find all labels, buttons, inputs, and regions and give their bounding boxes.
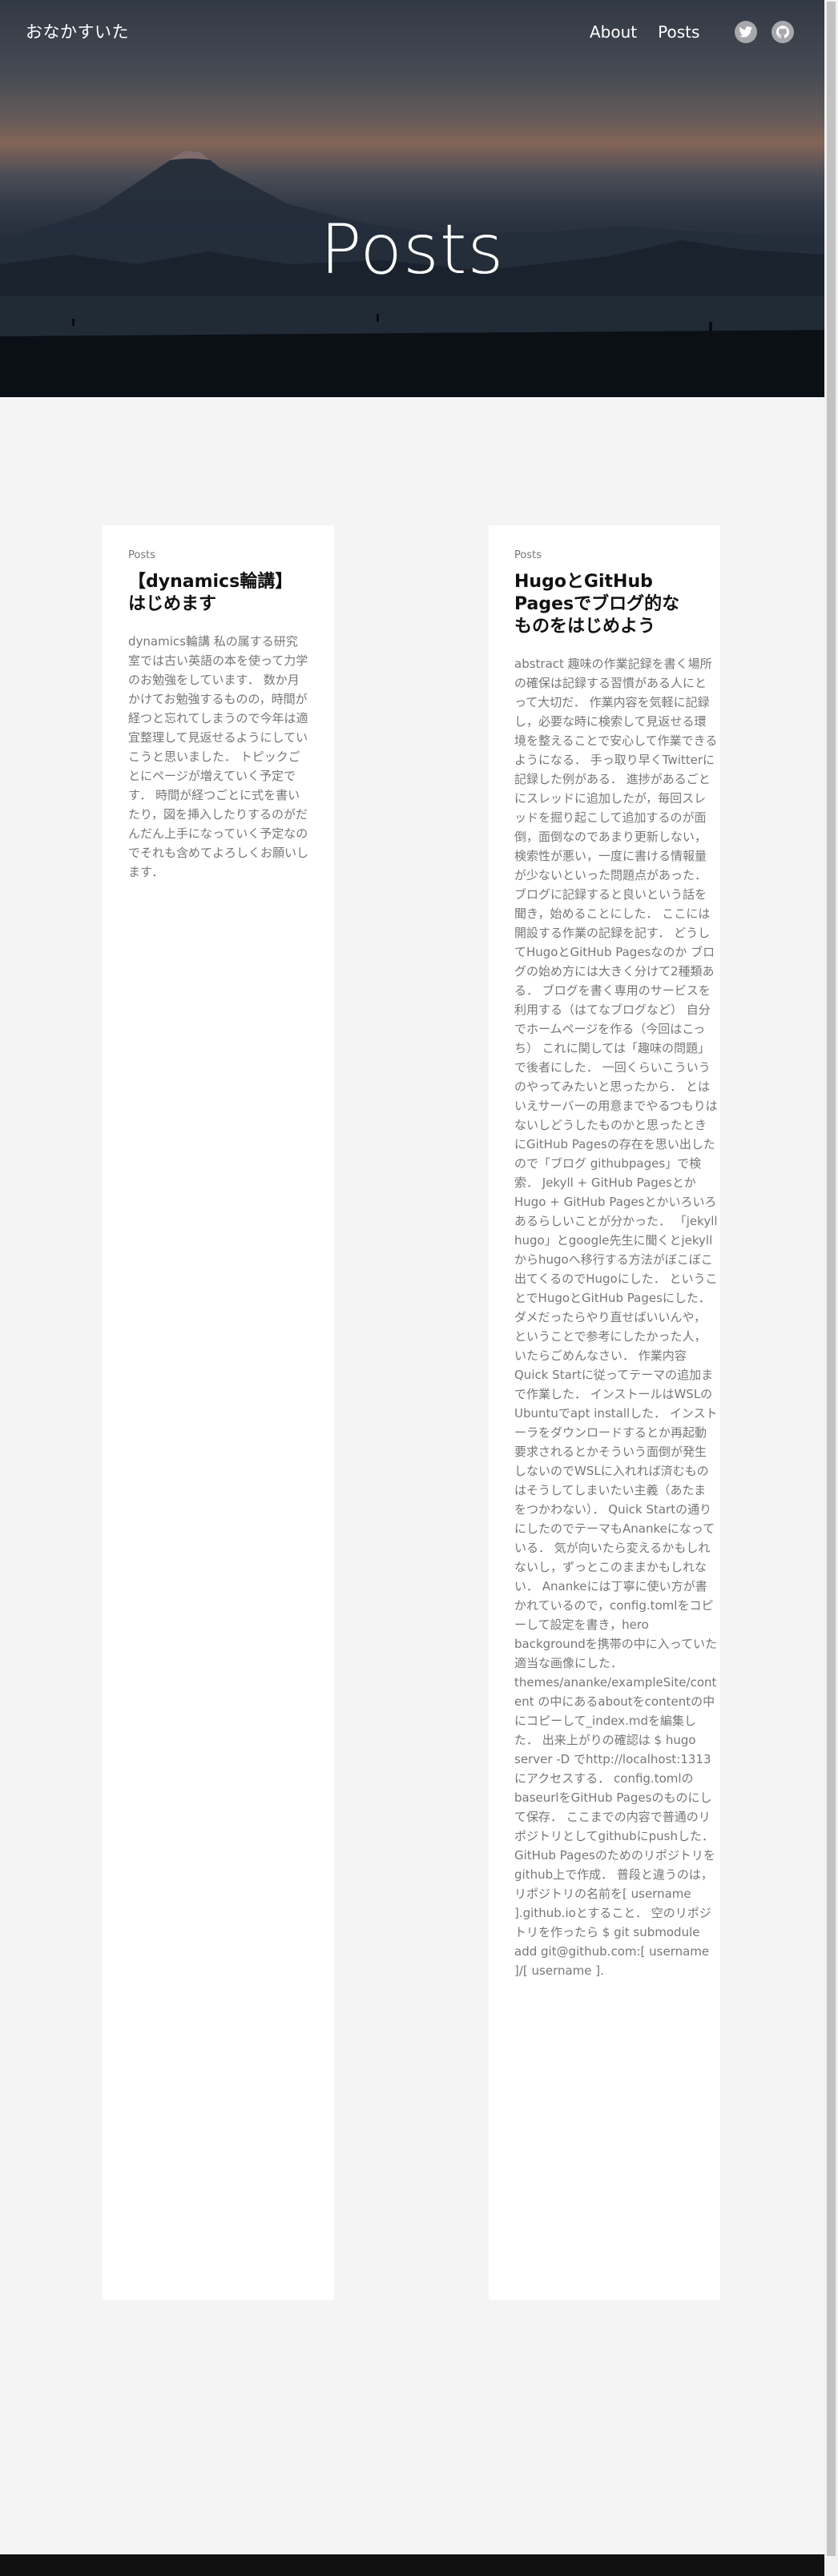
github-icon[interactable] <box>772 21 795 43</box>
github-icon-glyph <box>776 26 790 38</box>
post-type-label: Posts <box>514 549 542 561</box>
hero-banner: おなかすいた About Posts Posts <box>0 0 824 397</box>
post-title-link[interactable]: HugoとGitHub Pagesでブログ的なものをはじめよう <box>514 571 695 638</box>
post-card[interactable]: Posts 【dynamics輪講】はじめます dynamics輪講 私の属する… <box>103 525 334 2300</box>
scrollbar-thumb[interactable] <box>827 2 836 2556</box>
twitter-icon-glyph <box>739 26 753 38</box>
post-summary: abstract 趣味の作業記録を書く場所の確保は記録する習慣がある人にとって大… <box>514 657 718 1978</box>
vertical-scrollbar[interactable] <box>824 0 838 2576</box>
twitter-icon[interactable] <box>735 21 758 43</box>
post-title-link[interactable]: 【dynamics輪講】はじめます <box>128 571 308 616</box>
nav-about-link[interactable]: About <box>590 22 637 42</box>
page-title: Posts <box>320 210 505 290</box>
post-card[interactable]: Posts HugoとGitHub Pagesでブログ的なものをはじめよう ab… <box>489 525 720 2300</box>
site-title[interactable]: おなかすいた <box>26 19 129 43</box>
page-footer <box>0 2554 824 2576</box>
nav-posts-link[interactable]: Posts <box>658 22 699 42</box>
post-type-label: Posts <box>128 549 155 561</box>
post-summary: dynamics輪講 私の属する研究室では古い英語の本を使って力学のお勉強をして… <box>128 634 309 879</box>
top-nav: About Posts <box>590 21 795 43</box>
